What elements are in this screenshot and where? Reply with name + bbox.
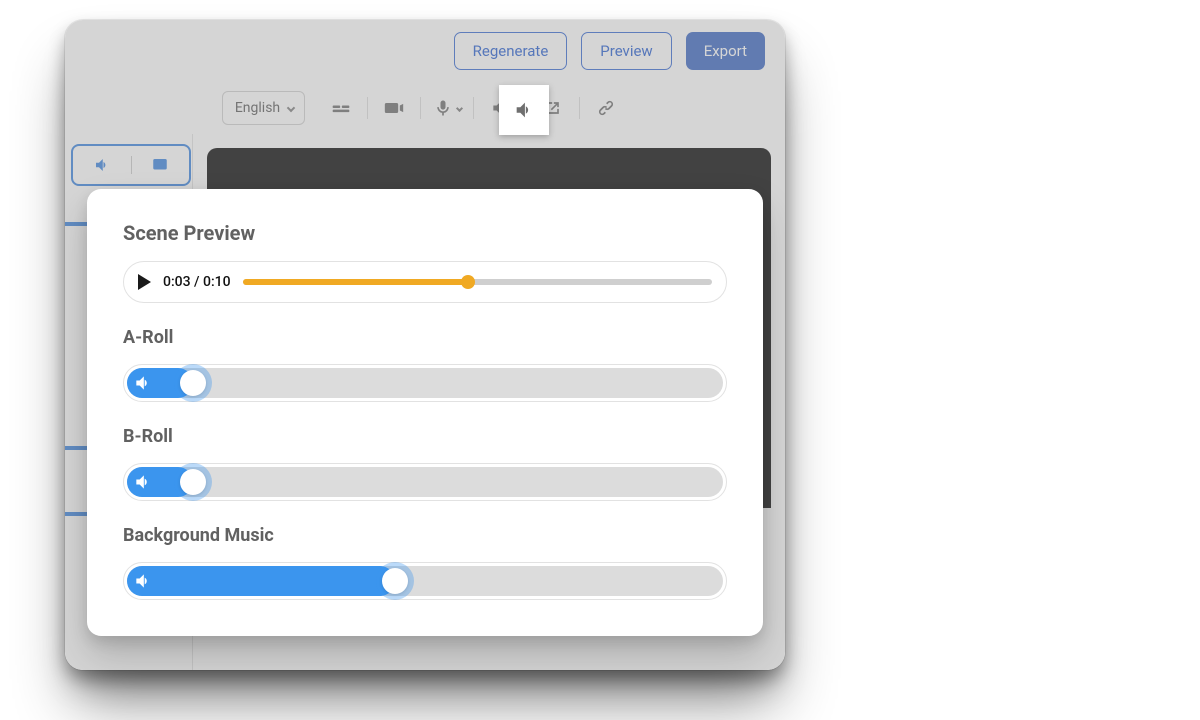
broll-slider[interactable] [123, 463, 727, 501]
scene-preview-player: 0:03 / 0:10 [123, 261, 727, 303]
language-select[interactable]: English [222, 91, 305, 125]
separator [420, 97, 421, 119]
volume-icon [133, 571, 153, 591]
bgm-title: Background Music [123, 525, 727, 546]
mic-dropdown[interactable] [425, 86, 469, 130]
play-button[interactable] [138, 274, 151, 290]
broll-title: B-Roll [123, 426, 727, 447]
chevron-down-icon [456, 104, 463, 111]
sidebar-tab-media[interactable] [132, 156, 190, 174]
separator [473, 97, 474, 119]
regenerate-button[interactable]: Regenerate [454, 32, 568, 70]
toolbar: English [65, 82, 785, 134]
chevron-down-icon [287, 104, 295, 112]
subtitles-icon[interactable] [319, 86, 363, 130]
time-label: 0:03 / 0:10 [163, 274, 231, 290]
app-window: Regenerate Preview Export English [65, 20, 785, 670]
separator [579, 97, 580, 119]
slider-thumb[interactable] [180, 469, 206, 495]
aroll-slider[interactable] [123, 364, 727, 402]
slider-thumb[interactable] [382, 568, 408, 594]
export-button[interactable]: Export [686, 32, 765, 70]
preview-button[interactable]: Preview [581, 32, 671, 70]
progress-thumb[interactable] [461, 275, 475, 289]
progress-fill [243, 279, 468, 285]
video-icon[interactable] [372, 86, 416, 130]
scene-preview-title: Scene Preview [123, 221, 727, 245]
volume-icon [133, 472, 153, 492]
progress-track[interactable] [243, 279, 712, 285]
separator [367, 97, 368, 119]
link-icon[interactable] [584, 86, 628, 130]
sidebar-tab-audio[interactable] [73, 156, 132, 174]
sidebar-tabs[interactable] [71, 144, 191, 186]
top-bar: Regenerate Preview Export [65, 20, 785, 82]
language-label: English [235, 100, 280, 116]
volume-icon [133, 373, 153, 393]
audio-settings-popover: Scene Preview 0:03 / 0:10 A-Roll B-R [87, 189, 763, 636]
slider-thumb[interactable] [180, 370, 206, 396]
volume-tool-active[interactable] [499, 85, 549, 135]
aroll-title: A-Roll [123, 327, 727, 348]
bgm-slider[interactable] [123, 562, 727, 600]
